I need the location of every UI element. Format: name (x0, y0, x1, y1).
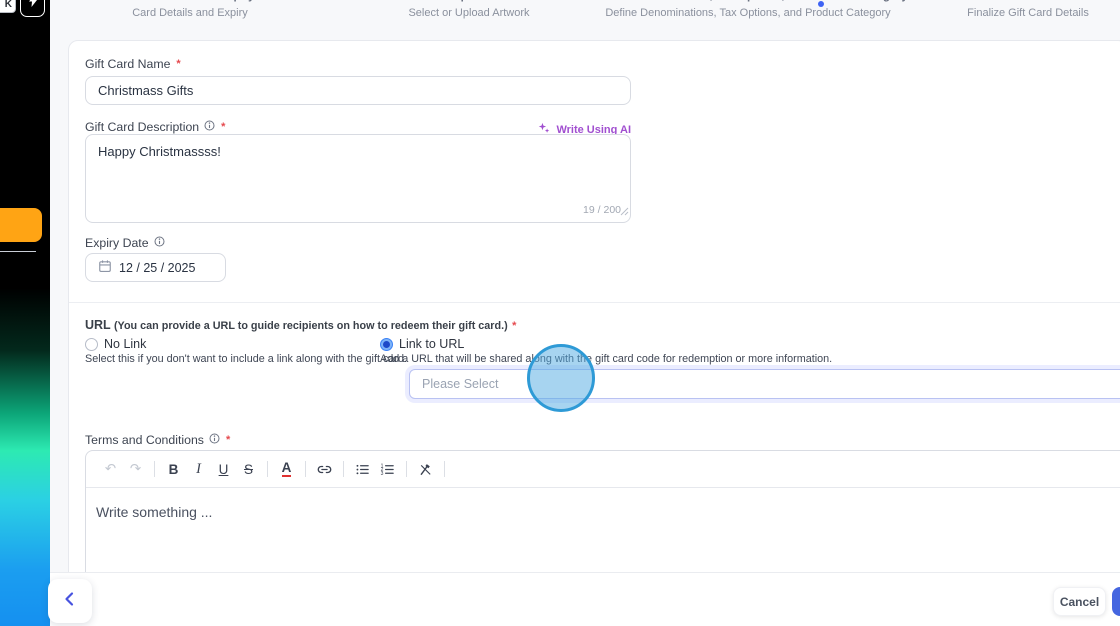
gift-card-name-input[interactable] (85, 76, 631, 105)
clear-formatting-icon[interactable] (413, 457, 438, 481)
gift-card-description-textarea[interactable]: Happy Christmassss! (85, 134, 631, 223)
stepper-clipped-title: Card Details and Expiry (125, 0, 254, 2)
sidebar-divider (0, 251, 36, 252)
editor-toolbar: ↶ ↷ B I U S A 123 (86, 451, 1120, 488)
textarea-resize-handle[interactable] (620, 203, 629, 221)
link-to-url-helper: Add a URL that will be shared along with… (380, 353, 833, 365)
redo-icon[interactable]: ↷ (123, 457, 148, 481)
back-button[interactable] (48, 579, 92, 623)
next-button[interactable] (1112, 587, 1120, 616)
gift-card-name-label: Gift Card Name * (85, 57, 181, 71)
undo-icon[interactable]: ↶ (98, 457, 123, 481)
link-to-url-radio[interactable]: Link to URL (380, 337, 464, 351)
no-link-label: No Link (104, 337, 147, 351)
gift-card-form-screen: K Card Details and Expiry Select or Uplo… (0, 0, 1120, 626)
underline-icon[interactable]: U (211, 457, 236, 481)
stepper-clipped-title: Define Denominations, Tax Options, and P… (588, 0, 908, 2)
text-color-icon[interactable]: A (274, 457, 299, 481)
url-label-row: URL (You can provide a URL to guide reci… (85, 318, 516, 332)
italic-icon[interactable]: I (186, 457, 211, 481)
expiry-date-input[interactable]: 12 / 25 / 2025 (85, 253, 226, 282)
required-asterisk: * (512, 320, 517, 332)
url-select-placeholder: Please Select (422, 377, 499, 391)
step-finalize[interactable]: Finalize Gift Card Details (967, 7, 1089, 19)
required-asterisk: * (176, 58, 181, 70)
bullet-list-icon[interactable] (350, 457, 375, 481)
calendar-icon (98, 259, 112, 276)
svg-text:3: 3 (381, 470, 384, 476)
lightning-icon (27, 0, 39, 13)
ordered-list-icon[interactable]: 123 (375, 457, 400, 481)
terms-label: Terms and Conditions * (85, 433, 231, 447)
lightning-icon-button[interactable] (20, 0, 45, 17)
no-link-helper: Select this if you don't want to include… (85, 353, 407, 365)
stepper-clipped-title: Finalize Gift Card Details (960, 0, 1095, 2)
stepper-clipped-title: Select or Upload Artwork (401, 0, 538, 2)
step-denominations[interactable]: Define Denominations, Tax Options, and P… (605, 7, 890, 19)
app-sidebar: K (0, 0, 50, 626)
info-icon[interactable] (154, 236, 165, 250)
cancel-button[interactable]: Cancel (1053, 587, 1106, 616)
footer-bar: Cancel (48, 572, 1120, 626)
k-logo-badge[interactable]: K (0, 0, 16, 13)
strikethrough-icon[interactable]: S (236, 457, 261, 481)
card-details-form: Gift Card Name * Gift Card Description *… (68, 40, 1120, 626)
section-divider (69, 302, 1120, 303)
terms-placeholder: Write something ... (96, 504, 213, 520)
no-link-radio[interactable]: No Link (85, 337, 146, 351)
link-icon[interactable] (312, 457, 337, 481)
expiry-date-value: 12 / 25 / 2025 (119, 260, 196, 275)
terms-editor-body[interactable]: Write something ... (86, 488, 1120, 536)
sidebar-active-item[interactable] (0, 208, 42, 242)
url-hint: (You can provide a URL to guide recipien… (113, 320, 508, 332)
url-label: URL (85, 318, 111, 332)
url-select-dropdown[interactable]: Please Select (409, 369, 1120, 399)
link-to-url-label: Link to URL (399, 337, 465, 351)
bold-icon[interactable]: B (161, 457, 186, 481)
step-card-details[interactable]: Card Details and Expiry (132, 7, 248, 19)
description-field-wrap: Happy Christmassss! 19 / 200 (85, 134, 631, 223)
step-artwork[interactable]: Select or Upload Artwork (408, 7, 529, 19)
expiry-date-label: Expiry Date (85, 236, 165, 250)
required-asterisk: * (225, 434, 231, 446)
radio-unselected-icon[interactable] (85, 337, 98, 351)
info-icon[interactable] (209, 433, 220, 447)
chevron-left-icon (61, 590, 79, 613)
char-counter: 19 / 200 (583, 204, 621, 216)
radio-selected-icon[interactable] (380, 337, 393, 351)
click-indicator (527, 344, 595, 412)
